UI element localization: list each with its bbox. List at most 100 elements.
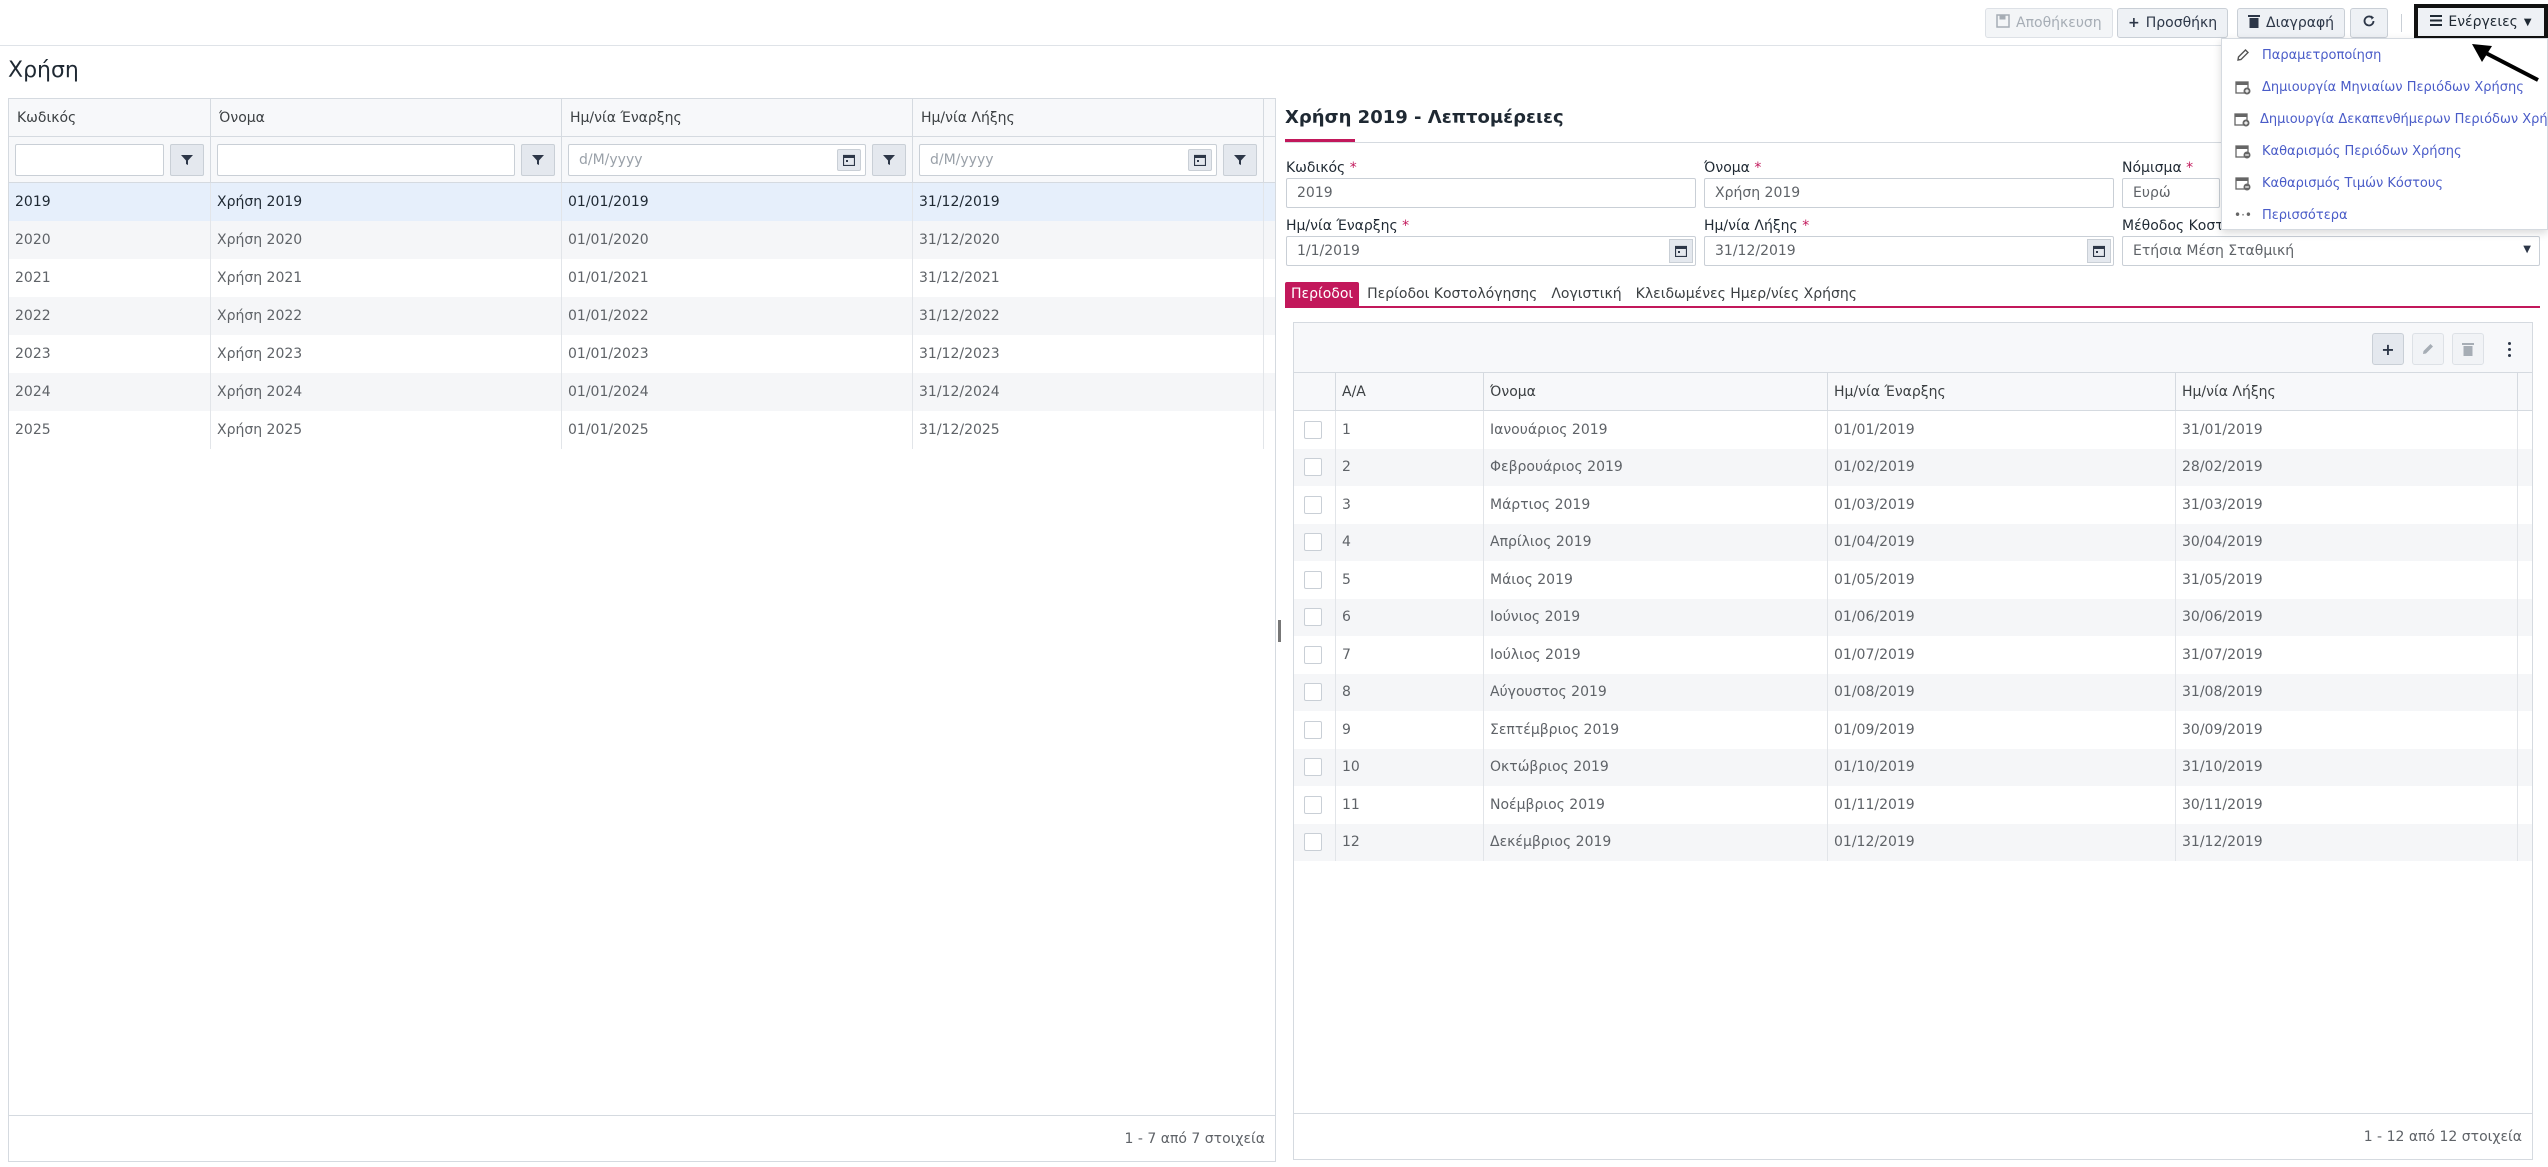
- calendar-button[interactable]: [1669, 239, 1693, 263]
- end-date-field[interactable]: 31/12/2019: [1704, 236, 2114, 266]
- column-header-name[interactable]: Όνομα: [1484, 373, 1828, 411]
- add-period-button[interactable]: +: [2372, 333, 2404, 365]
- filter-button[interactable]: [170, 144, 204, 176]
- table-row[interactable]: 7 Ιούλιος 2019 01/07/2019 31/07/2019: [1294, 636, 2532, 674]
- cell-code: 2023: [9, 335, 211, 373]
- row-checkbox[interactable]: [1304, 420, 1322, 439]
- actions-button[interactable]: Ενέργειες ▼: [2414, 4, 2548, 40]
- row-checkbox-cell: [1294, 523, 1336, 561]
- code-field[interactable]: 2019: [1286, 178, 1696, 208]
- more-options-icon[interactable]: [2499, 337, 2519, 361]
- start-date-field[interactable]: 1/1/2019: [1286, 236, 1696, 266]
- cell-code: 2024: [9, 373, 211, 411]
- panel-splitter-handle[interactable]: [1278, 620, 1281, 642]
- edit-period-button[interactable]: [2412, 333, 2444, 365]
- calendar-button[interactable]: [837, 149, 861, 171]
- cell-no: 12: [1336, 823, 1484, 861]
- calendar-button[interactable]: [1188, 149, 1212, 171]
- cell-start-date: 01/11/2019: [1828, 786, 2176, 824]
- column-header-end-date[interactable]: Ημ/νία Λήξης: [913, 99, 1264, 137]
- pencil-icon: [2423, 344, 2433, 354]
- filter-input-start-date[interactable]: d/M/yyyy: [568, 144, 866, 176]
- code-label-text: Κωδικός: [1286, 160, 1346, 176]
- costing-method-select[interactable]: Ετήσια Μέση Σταθμική ▼: [2122, 236, 2540, 266]
- row-checkbox[interactable]: [1304, 495, 1322, 514]
- refresh-button[interactable]: [2350, 8, 2388, 38]
- menu-item-clear-periods[interactable]: Καθαρισμός Περιόδων Χρήσης: [2222, 135, 2547, 167]
- cell-no: 9: [1336, 711, 1484, 749]
- cell-start-date: 01/09/2019: [1828, 711, 2176, 749]
- column-header-start-date[interactable]: Ημ/νία Έναρξης: [1828, 373, 2176, 411]
- table-row[interactable]: 2021 Χρήση 2021 01/01/2021 31/12/2021: [9, 259, 1275, 297]
- table-row[interactable]: 12 Δεκέμβριος 2019 01/12/2019 31/12/2019: [1294, 823, 2532, 861]
- table-row[interactable]: 2023 Χρήση 2023 01/01/2023 31/12/2023: [9, 335, 1275, 373]
- menu-item-more[interactable]: •·• Περισσότερα: [2222, 199, 2547, 231]
- cell-start-date: 01/07/2019: [1828, 636, 2176, 674]
- filter-input-code[interactable]: [15, 144, 164, 176]
- table-row[interactable]: 1 Ιανουάριος 2019 01/01/2019 31/01/2019: [1294, 411, 2532, 449]
- tab-locked-dates[interactable]: Κλειδωμένες Ημερ/νίες Χρήσης: [1630, 282, 1863, 306]
- name-field[interactable]: Χρήση 2019: [1704, 178, 2114, 208]
- table-row[interactable]: 6 Ιούνιος 2019 01/06/2019 30/06/2019: [1294, 598, 2532, 636]
- required-asterisk: *: [1402, 218, 1410, 234]
- filter-icon: [1234, 155, 1246, 165]
- row-checkbox-cell: [1294, 411, 1336, 449]
- currency-label: Νόμισμα *: [2122, 160, 2193, 176]
- table-row[interactable]: 9 Σεπτέμβριος 2019 01/09/2019 30/09/2019: [1294, 711, 2532, 749]
- filter-input-end-date[interactable]: d/M/yyyy: [919, 144, 1217, 176]
- table-row[interactable]: 4 Απρίλιος 2019 01/04/2019 30/04/2019: [1294, 523, 2532, 561]
- row-checkbox[interactable]: [1304, 533, 1322, 552]
- table-row[interactable]: 3 Μάρτιος 2019 01/03/2019 31/03/2019: [1294, 486, 2532, 524]
- delete-period-button[interactable]: [2452, 333, 2484, 365]
- cell-start-date: 01/01/2019: [562, 183, 913, 221]
- table-row[interactable]: 10 Οκτώβριος 2019 01/10/2019 31/10/2019: [1294, 748, 2532, 786]
- column-header-start-date[interactable]: Ημ/νία Έναρξης: [562, 99, 913, 137]
- tab-accounting[interactable]: Λογιστική: [1545, 282, 1627, 306]
- table-row[interactable]: 2025 Χρήση 2025 01/01/2025 31/12/2025: [9, 411, 1275, 449]
- table-row[interactable]: 2020 Χρήση 2020 01/01/2020 31/12/2020: [9, 221, 1275, 259]
- row-checkbox[interactable]: [1304, 683, 1322, 702]
- row-checkbox[interactable]: [1304, 458, 1322, 477]
- row-checkbox[interactable]: [1304, 758, 1322, 777]
- cell-end-date: 31/03/2019: [2176, 486, 2518, 524]
- menu-item-label: Παραμετροποίηση: [2262, 47, 2382, 63]
- table-row[interactable]: 5 Μάιος 2019 01/05/2019 31/05/2019: [1294, 561, 2532, 599]
- column-header-end-date[interactable]: Ημ/νία Λήξης: [2176, 373, 2518, 411]
- delete-button[interactable]: Διαγραφή: [2237, 8, 2346, 38]
- table-row[interactable]: 2019 Χρήση 2019 01/01/2019 31/12/2019: [9, 183, 1275, 221]
- cell-no: 3: [1336, 486, 1484, 524]
- column-header-name[interactable]: Όνομα: [211, 99, 562, 137]
- costing-method-label: Μέθοδος Κοστ: [2122, 218, 2224, 234]
- currency-field[interactable]: Ευρώ: [2122, 178, 2220, 208]
- row-checkbox-cell: [1294, 486, 1336, 524]
- tab-periods[interactable]: Περίοδοι: [1285, 282, 1360, 306]
- menu-item-clear-costs[interactable]: Καθαρισμός Τιμών Κόστους: [2222, 167, 2547, 199]
- row-checkbox[interactable]: [1304, 833, 1322, 852]
- row-checkbox[interactable]: [1304, 570, 1322, 589]
- table-row[interactable]: 8 Αύγουστος 2019 01/08/2019 31/08/2019: [1294, 673, 2532, 711]
- filter-input-name[interactable]: [217, 144, 515, 176]
- filter-button[interactable]: [872, 144, 906, 176]
- tab-costing-periods[interactable]: Περίοδοι Κοστολόγησης: [1361, 282, 1543, 306]
- caret-down-icon: ▼: [2523, 16, 2532, 28]
- grid-pager-info: 1 - 7 από 7 στοιχεία: [9, 1115, 1275, 1161]
- row-checkbox[interactable]: [1304, 795, 1322, 814]
- refresh-icon: [2362, 14, 2376, 32]
- filter-button[interactable]: [521, 144, 555, 176]
- add-button[interactable]: + Προσθήκη: [2117, 8, 2229, 38]
- row-checkbox[interactable]: [1304, 720, 1322, 739]
- column-header-code[interactable]: Κωδικός: [9, 99, 211, 137]
- menu-item-create-biweekly[interactable]: Δημιουργία Δεκαπενθήμερων Περιόδων Χρήση…: [2222, 103, 2548, 135]
- table-row[interactable]: 2024 Χρήση 2024 01/01/2024 31/12/2024: [9, 373, 1275, 411]
- row-checkbox[interactable]: [1304, 645, 1322, 664]
- save-button[interactable]: Αποθήκευση: [1985, 8, 2113, 38]
- calendar-button[interactable]: [2087, 239, 2111, 263]
- table-row[interactable]: 2022 Χρήση 2022 01/01/2022 31/12/2022: [9, 297, 1275, 335]
- calendar-icon: [1194, 154, 1206, 166]
- filter-button[interactable]: [1223, 144, 1257, 176]
- row-checkbox[interactable]: [1304, 608, 1322, 627]
- cell-end-date: 31/08/2019: [2176, 673, 2518, 711]
- table-row[interactable]: 11 Νοέμβριος 2019 01/11/2019 30/11/2019: [1294, 786, 2532, 824]
- table-row[interactable]: 2 Φεβρουάριος 2019 01/02/2019 28/02/2019: [1294, 448, 2532, 486]
- column-header-no[interactable]: Α/Α: [1336, 373, 1484, 411]
